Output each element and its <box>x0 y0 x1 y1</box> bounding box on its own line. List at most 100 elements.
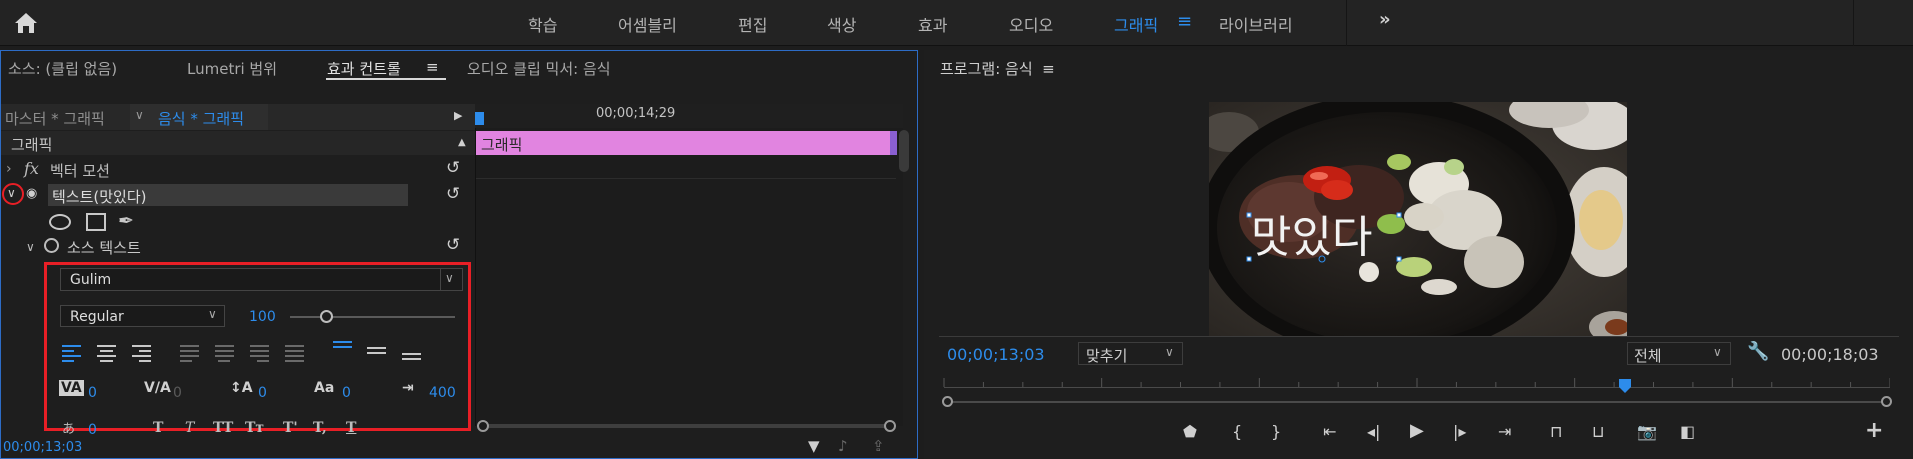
align-middle-icon[interactable] <box>367 347 386 364</box>
chevron-down-icon[interactable]: ∨ <box>1713 345 1722 359</box>
hamburger-icon[interactable]: ≡ <box>1177 11 1192 32</box>
justify-center-icon[interactable] <box>215 345 234 362</box>
clip-end-handle[interactable] <box>890 131 897 155</box>
subscript-icon[interactable]: T, <box>313 420 327 436</box>
comparison-view-icon[interactable]: ◧ <box>1680 422 1695 441</box>
rectangle-mask-icon[interactable] <box>86 213 106 231</box>
kerning-value[interactable]: 0 <box>88 385 97 401</box>
faux-bold-icon[interactable]: T <box>153 420 163 436</box>
scrub-track[interactable] <box>944 401 1890 403</box>
workspace-tab-edit[interactable]: 편집 <box>738 12 767 36</box>
camera-icon[interactable]: 📷 <box>1637 422 1657 441</box>
font-size-slider-track[interactable] <box>290 316 455 318</box>
workspace-tab-color[interactable]: 색상 <box>827 12 856 36</box>
justify-right-icon[interactable] <box>250 345 269 362</box>
home-icon <box>15 13 37 33</box>
tab-effect-controls[interactable]: 효과 컨트롤 <box>327 58 401 79</box>
zoom-handle-left[interactable] <box>942 396 953 407</box>
horizontal-scrollbar[interactable] <box>478 424 892 428</box>
home-button[interactable] <box>12 10 40 36</box>
playhead-handle[interactable] <box>475 112 484 125</box>
program-monitor-title[interactable]: 프로그램: 음식 ≡ <box>940 58 1055 79</box>
align-bottom-icon[interactable] <box>402 353 421 370</box>
tab-audio-clip-mixer[interactable]: 오디오 클립 믹서: 음식 <box>467 58 611 79</box>
collapse-triangle-icon[interactable]: ▲ <box>458 137 466 148</box>
export-icon[interactable]: ⇪ <box>872 437 885 455</box>
playhead-timecode[interactable]: 00;00;13;03 <box>947 345 1045 364</box>
reset-icon[interactable]: ↺ <box>446 184 460 204</box>
lift-icon[interactable]: ⊓ <box>1550 422 1562 441</box>
graphic-clip-label: 그래픽 <box>481 136 523 154</box>
text-layer-label[interactable]: 텍스트(맛있다) <box>52 186 147 207</box>
step-forward-icon[interactable]: |▸ <box>1453 422 1466 441</box>
step-back-icon[interactable]: ◂| <box>1367 422 1380 441</box>
all-caps-icon[interactable]: TT <box>213 420 233 436</box>
playhead-marker[interactable] <box>1618 379 1632 393</box>
align-right-icon[interactable] <box>132 345 151 362</box>
align-left-icon[interactable] <box>62 345 81 362</box>
workspace-tab-audio[interactable]: 오디오 <box>1009 12 1053 36</box>
underline-icon[interactable]: T <box>346 420 356 436</box>
baseline-shift-value[interactable]: 0 <box>342 385 351 401</box>
leading-value[interactable]: 0 <box>258 385 267 401</box>
add-marker-icon[interactable]: ⬟ <box>1183 422 1197 441</box>
chevron-down-icon[interactable]: ∨ <box>7 186 16 200</box>
font-size-value[interactable]: 100 <box>249 309 276 325</box>
go-to-in-icon[interactable]: ⇤ <box>1323 422 1336 441</box>
extract-icon[interactable]: ⊔ <box>1592 422 1604 441</box>
wrench-icon[interactable]: 🔧 <box>1747 341 1769 362</box>
reset-icon[interactable]: ↺ <box>446 158 460 178</box>
ellipse-mask-icon[interactable] <box>49 214 71 230</box>
tab-width-value[interactable]: 400 <box>429 385 456 401</box>
align-center-icon[interactable] <box>97 345 116 362</box>
filter-icon[interactable]: ▼ <box>808 437 820 455</box>
chevron-down-icon[interactable]: ∨ <box>445 271 454 285</box>
overlay-text[interactable]: 맛있다 <box>1251 212 1372 263</box>
zoom-handle-right[interactable] <box>884 420 896 432</box>
play-icon[interactable]: ▶ <box>1410 420 1424 441</box>
vertical-scrollbar[interactable] <box>899 130 909 172</box>
justify-all-icon[interactable] <box>285 345 304 362</box>
clip-label[interactable]: 음식 * 그래픽 <box>158 108 244 129</box>
font-family-dropdown[interactable] <box>60 268 463 291</box>
justify-left-icon[interactable] <box>180 345 199 362</box>
align-top-icon[interactable] <box>333 341 352 358</box>
workspace-tab-libraries[interactable]: 라이브러리 <box>1219 12 1293 36</box>
audio-loop-icon[interactable]: ♪ <box>838 437 848 455</box>
chevron-right-icon[interactable]: › <box>6 161 12 177</box>
button-editor-add-icon[interactable]: + <box>1865 418 1883 443</box>
zoom-handle-right[interactable] <box>1881 396 1892 407</box>
timeline-ruler[interactable] <box>475 104 903 128</box>
zoom-handle-left[interactable] <box>477 420 489 432</box>
pen-tool-icon[interactable]: ✒ <box>118 210 134 232</box>
tab-lumetri-scopes[interactable]: Lumetri 범위 <box>187 58 277 79</box>
double-chevron-right-icon[interactable]: » <box>1379 9 1391 30</box>
master-clip-label[interactable]: 마스터 * 그래픽 <box>5 108 105 129</box>
eye-icon[interactable]: ◉ <box>26 186 37 201</box>
panel-menu-icon[interactable]: ≡ <box>426 58 439 76</box>
tsume-value[interactable]: 0 <box>88 422 97 438</box>
workspace-tab-learn[interactable]: 학습 <box>528 12 557 36</box>
effect-controls-timecode[interactable]: 00;00;13;03 <box>3 440 82 455</box>
panel-menu-icon[interactable]: ≡ <box>1042 60 1055 78</box>
program-video-frame[interactable]: 맛있다 <box>1209 102 1627 336</box>
tracking-value[interactable]: 0 <box>173 385 182 401</box>
chevron-down-icon[interactable]: ∨ <box>26 240 35 254</box>
chevron-down-icon[interactable]: ∨ <box>1165 345 1174 359</box>
font-size-slider-handle[interactable] <box>319 310 333 323</box>
workspace-tab-effects[interactable]: 효과 <box>918 12 947 36</box>
tab-source[interactable]: 소스: (클립 없음) <box>8 58 117 79</box>
workspace-tab-graphics[interactable]: 그래픽 <box>1114 12 1158 36</box>
superscript-icon[interactable]: T' <box>283 420 298 436</box>
play-triangle-icon[interactable]: ▶ <box>454 109 462 122</box>
mark-in-icon[interactable]: { <box>1232 422 1242 441</box>
mark-out-icon[interactable]: } <box>1271 422 1281 441</box>
chevron-down-icon[interactable]: ∨ <box>208 307 217 321</box>
stopwatch-icon[interactable] <box>44 238 59 253</box>
graphic-clip-bar[interactable] <box>476 131 896 155</box>
workspace-tab-assembly[interactable]: 어셈블리 <box>618 12 677 36</box>
small-caps-icon[interactable]: Tт <box>245 420 264 436</box>
go-to-out-icon[interactable]: ⇥ <box>1498 422 1511 441</box>
faux-italic-icon[interactable]: T <box>185 420 194 436</box>
reset-icon[interactable]: ↺ <box>446 235 460 255</box>
